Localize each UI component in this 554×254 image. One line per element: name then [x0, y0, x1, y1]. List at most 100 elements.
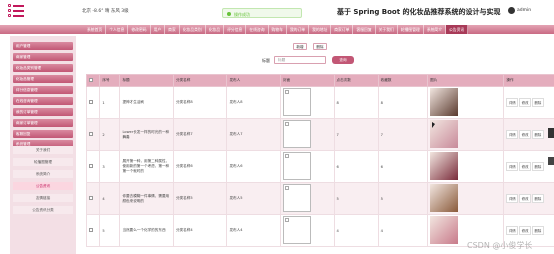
row-checkbox[interactable] [89, 100, 93, 104]
top-nav: 系统首页 个人信息 修改密码 用户 商家 化妆品类别 化妆品 评分信息 在线咨询 购物车 我的订单我… [0, 25, 554, 34]
edit-button[interactable]: 修改 [519, 98, 531, 107]
delete-row-button[interactable]: 删除 [531, 162, 544, 171]
search-input[interactable]: 标题 [274, 56, 326, 64]
nav-item[interactable]: 关于我们 [376, 25, 398, 34]
delete-row-button[interactable]: 删除 [531, 98, 544, 107]
sidebar-item[interactable]: 化妆品管理 › [13, 75, 73, 83]
nav-item[interactable]: 客服回复 [353, 25, 376, 34]
edit-button[interactable]: 修改 [519, 130, 531, 139]
sidebar-item[interactable]: 客服回复 › [13, 130, 73, 138]
nav-item[interactable]: 商家订单 [331, 25, 354, 34]
cell-author: 发布人4 [226, 214, 281, 247]
nav-item[interactable]: 用户 [151, 25, 166, 34]
sidebar-subitem[interactable]: 关于我们 [13, 146, 73, 154]
cell-cover [279, 150, 335, 183]
chevron-icon: › [16, 110, 18, 114]
sidebar-item[interactable]: 用户管理 › [13, 42, 73, 50]
edit-button[interactable]: 修改 [519, 226, 531, 235]
row-checkbox-cell[interactable] [85, 214, 101, 247]
detail-button[interactable]: 详情 [506, 98, 519, 107]
row-checkbox[interactable] [89, 228, 93, 232]
cell-index: 4 [99, 182, 121, 215]
chevron-icon: › [16, 55, 18, 59]
nav-item[interactable]: 我的地址 [309, 25, 332, 34]
sidebar-subitem[interactable]: 公告资讯 [13, 182, 73, 190]
delete-row-button[interactable]: 删除 [531, 226, 544, 235]
mouse-cursor-icon [432, 122, 435, 128]
detail-button[interactable]: 详情 [506, 130, 519, 139]
sidebar-item[interactable]: 商家管理 › [13, 53, 73, 61]
delete-row-button[interactable]: 删除 [531, 194, 544, 203]
nav-item[interactable]: 我的订单 [287, 25, 310, 34]
cell-clicks: 5 [333, 182, 379, 215]
row-checkbox[interactable] [89, 132, 93, 136]
row-checkbox-cell[interactable] [85, 150, 101, 183]
scroll-handle-icon[interactable] [548, 128, 554, 138]
nav-item[interactable]: 系统首页 [84, 25, 107, 34]
cell-cover [279, 86, 335, 119]
row-checkbox-cell[interactable] [85, 118, 101, 151]
cell-title: 你要去模糊一件事情，需要用颜色来说明的 [119, 182, 174, 215]
column-header: 序号 [99, 74, 121, 87]
sidebar-subitem[interactable]: 友情链接 [13, 194, 73, 202]
table-row[interactable]: 4 你要去模糊一件事情，需要用颜色来说明的 分类名称5 发布人5 5 5 详情 修改 删除 [85, 182, 554, 215]
sidebar-subitem[interactable]: 公告资讯分类 [13, 206, 73, 214]
cell-category: 分类名称5 [172, 182, 228, 215]
nav-item[interactable]: 个人信息 [106, 25, 129, 34]
search-button[interactable]: 查询 [332, 56, 354, 64]
nav-item[interactable]: 评分信息 [224, 25, 247, 34]
sidebar-item[interactable]: 我的订单管理 › [13, 108, 73, 116]
cell-title: Lower长发一样的时光的一种舞奏 [119, 118, 174, 151]
cell-photo [427, 118, 505, 151]
cell-category: 分类名称4 [172, 214, 228, 247]
username: admin [517, 8, 532, 13]
nav-item[interactable]: 系统简介 [424, 25, 446, 34]
nav-item[interactable]: 修改密码 [128, 25, 151, 34]
cell-cover [279, 214, 335, 247]
sidebar-subitem[interactable]: 系统简介 [13, 170, 73, 178]
cell-collects: 8 [377, 86, 429, 119]
delete-button[interactable]: 删除 [313, 43, 327, 50]
user-menu[interactable]: admin [508, 6, 544, 16]
sidebar-item[interactable]: 在线咨询管理 › [13, 97, 73, 105]
sidebar-item[interactable]: 化妆品类别管理 › [13, 64, 73, 72]
add-button[interactable]: 新增 [293, 43, 307, 50]
nav-item[interactable]: 轮播图管理 [398, 25, 424, 34]
broken-image-icon [282, 88, 311, 116]
nav-item[interactable]: 购物车 [269, 25, 287, 34]
table-row[interactable]: 1 提神才生活刷 分类名称8 发布人8 8 8 详情 修改 删除 [85, 86, 554, 119]
column-header: 点击次数 [333, 74, 379, 87]
main-content: 新增 删除 标题 标题 查询 序号 标题 分类名称 发布人 封面 点击次数 收藏数 图片 操作 … [78, 36, 554, 254]
edit-button[interactable]: 修改 [519, 162, 531, 171]
row-checkbox-cell[interactable] [85, 182, 101, 215]
nav-item[interactable]: 商家 [165, 25, 180, 34]
row-checkbox[interactable] [89, 196, 93, 200]
menu-icon[interactable] [8, 4, 24, 18]
nav-item[interactable]: 公告资讯 [446, 25, 469, 34]
detail-button[interactable]: 详情 [506, 226, 519, 235]
nav-item[interactable]: 化妆品类别 [180, 25, 206, 34]
cell-actions: 详情 修改 删除 [503, 86, 554, 119]
sidebar-item[interactable]: 评分信息管理 › [13, 86, 73, 94]
nav-item[interactable]: 化妆品 [206, 25, 225, 34]
select-all-checkbox[interactable] [89, 78, 93, 82]
detail-button[interactable]: 详情 [506, 194, 519, 203]
sidebar-subitem[interactable]: 轮播图管理 [13, 158, 73, 166]
product-photo [430, 152, 459, 180]
edit-button[interactable]: 修改 [519, 194, 531, 203]
row-checkbox[interactable] [89, 164, 93, 168]
cell-clicks: 7 [333, 118, 379, 151]
top-bar: 北京 -8.6° 晴 东风 3级 操作成功 基于 Spring Boot 的化妆… [0, 0, 554, 24]
broken-image-icon [282, 216, 311, 244]
delete-row-button[interactable]: 删除 [531, 130, 544, 139]
side-tab-icon[interactable] [548, 157, 554, 165]
sidebar-item[interactable]: 商家订单管理 › [13, 119, 73, 127]
detail-button[interactable]: 详情 [506, 162, 519, 171]
column-header[interactable] [85, 74, 101, 87]
table-row[interactable]: 2 Lower长发一样的时光的一种舞奏 分类名称7 发布人7 7 7 详情 修改 删除 [85, 118, 554, 151]
cell-title: 提神才生活刷 [119, 86, 174, 119]
row-checkbox-cell[interactable] [85, 86, 101, 119]
nav-item[interactable]: 在线咨询 [246, 25, 269, 34]
system-title: 基于 Spring Boot 的化妆品推荐系统的设计与实现 [337, 8, 501, 16]
table-row[interactable]: 3 展开第一种，用第二种属性，使用新的第一个考虑，第一种第一个就时的 分类名称6 发布… [85, 150, 554, 183]
